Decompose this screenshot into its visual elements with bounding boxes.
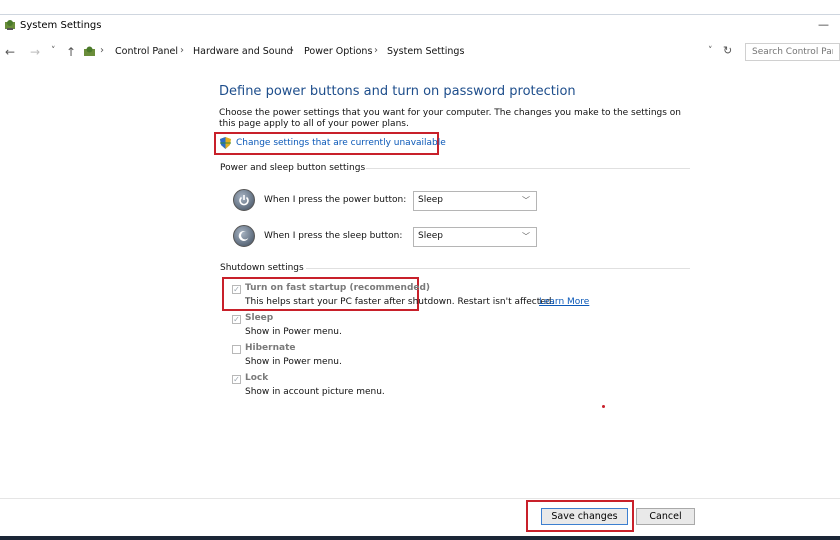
recent-locations-icon[interactable]: ˅ — [51, 46, 56, 56]
shield-icon — [220, 137, 231, 152]
save-changes-button[interactable]: Save changes — [541, 508, 628, 525]
sleep-button-select[interactable]: Sleep ﹀ — [413, 227, 537, 247]
section-divider — [366, 168, 690, 169]
control-panel-icon — [83, 45, 96, 61]
power-button-select[interactable]: Sleep ﹀ — [413, 191, 537, 211]
breadcrumb-hardware-sound[interactable]: Hardware and Sound — [193, 46, 293, 57]
search-input[interactable] — [745, 43, 840, 61]
app-icon — [4, 19, 16, 31]
hibernate-option-description: Show in Power menu. — [245, 357, 342, 367]
window-title: System Settings — [20, 20, 102, 31]
breadcrumb-system-settings[interactable]: System Settings — [387, 46, 464, 57]
minimize-button[interactable]: — — [818, 18, 829, 31]
history-dropdown-icon[interactable]: ˅ — [708, 46, 713, 56]
power-button-value: Sleep — [418, 195, 444, 205]
fast-startup-description: This helps start your PC faster after sh… — [245, 297, 555, 307]
taskbar — [0, 536, 840, 540]
breadcrumb-separator: › — [180, 45, 184, 56]
sleep-button-value: Sleep — [418, 231, 444, 241]
title-bar — [0, 14, 840, 39]
fast-startup-title: Turn on fast startup (recommended) — [245, 283, 431, 293]
up-arrow-icon[interactable]: ↑ — [66, 45, 76, 59]
cursor-dot — [602, 405, 605, 408]
chevron-down-icon: ﹀ — [522, 232, 530, 241]
page-description: Choose the power settings that you want … — [219, 108, 682, 129]
sleep-button-icon — [233, 225, 255, 247]
sleep-checkbox[interactable]: ✓ — [232, 315, 241, 324]
power-button-icon — [233, 189, 255, 211]
chevron-down-icon: ﹀ — [522, 196, 530, 205]
breadcrumb-separator: › — [374, 45, 378, 56]
breadcrumb-separator: › — [290, 45, 294, 56]
breadcrumb-separator: › — [100, 45, 104, 56]
sleep-option-description: Show in Power menu. — [245, 327, 342, 337]
lock-option-title: Lock — [245, 373, 269, 383]
breadcrumb-control-panel[interactable]: Control Panel — [115, 46, 178, 57]
change-settings-link[interactable]: Change settings that are currently unava… — [236, 138, 446, 148]
hibernate-checkbox[interactable] — [232, 345, 241, 354]
breadcrumb[interactable]: › Control Panel › Hardware and Sound › P… — [78, 43, 718, 61]
hibernate-option-title: Hibernate — [245, 343, 296, 353]
learn-more-link[interactable]: Learn More — [539, 297, 589, 307]
lock-checkbox[interactable]: ✓ — [232, 375, 241, 384]
fast-startup-checkbox[interactable]: ✓ — [232, 285, 241, 294]
back-arrow-icon[interactable]: ← — [5, 45, 15, 59]
refresh-icon[interactable]: ↻ — [723, 44, 732, 57]
section-divider — [306, 268, 690, 269]
sleep-button-label: When I press the sleep button: — [264, 231, 403, 241]
breadcrumb-power-options[interactable]: Power Options — [304, 46, 372, 57]
sleep-option-title: Sleep — [245, 313, 274, 323]
forward-arrow-icon[interactable]: → — [30, 45, 40, 59]
footer-divider — [0, 498, 840, 499]
lock-option-description: Show in account picture menu. — [245, 387, 385, 397]
power-sleep-section-title: Power and sleep button settings — [220, 163, 366, 173]
cancel-button[interactable]: Cancel — [636, 508, 695, 525]
page-title: Define power buttons and turn on passwor… — [219, 84, 576, 99]
power-button-label: When I press the power button: — [264, 195, 407, 205]
shutdown-section-title: Shutdown settings — [220, 263, 304, 273]
